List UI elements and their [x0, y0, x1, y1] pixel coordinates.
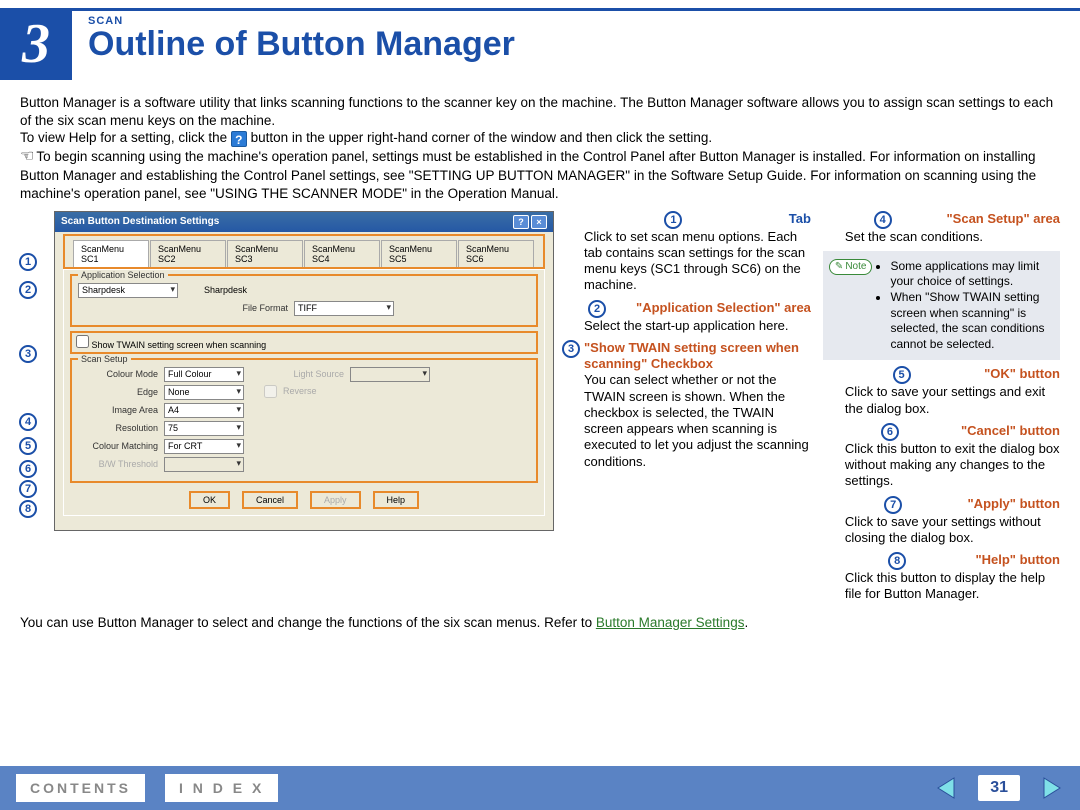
- dialog-body: Application Selection Sharpdesk Sharpdes…: [63, 269, 545, 516]
- cancel-button[interactable]: Cancel: [242, 491, 298, 509]
- intro-text: Button Manager is a software utility tha…: [0, 80, 1080, 207]
- ok-button[interactable]: OK: [189, 491, 230, 509]
- dialog-button-row: OK Cancel Apply Help: [70, 487, 538, 509]
- app-selection-select[interactable]: Sharpdesk: [78, 283, 178, 298]
- header-text: SCAN Outline of Button Manager: [72, 8, 1080, 80]
- reverse-checkbox: [264, 385, 277, 398]
- page-title: Outline of Button Manager: [88, 25, 1080, 64]
- tab-sc1[interactable]: ScanMenu SC1: [73, 240, 149, 267]
- app-side-label: Sharpdesk: [204, 285, 247, 295]
- note-pill: Note: [829, 259, 873, 276]
- prev-page-arrow[interactable]: [934, 776, 958, 800]
- help-button[interactable]: Help: [373, 491, 420, 509]
- page-footer: CONTENTS I N D E X 31: [0, 766, 1080, 810]
- marker-5: 5: [19, 437, 37, 455]
- note-item: Some applications may limit your choice …: [890, 259, 1054, 290]
- callout-7: 7"Apply" button Click to save your setti…: [823, 496, 1060, 547]
- contents-button[interactable]: CONTENTS: [16, 774, 145, 802]
- intro-p2: To view Help for a setting, click the ? …: [20, 129, 1060, 147]
- note-box: Note Some applications may limit your ch…: [823, 251, 1060, 361]
- twain-checkbox-row: Show TWAIN setting screen when scanning: [70, 331, 538, 354]
- tab-sc4[interactable]: ScanMenu SC4: [304, 240, 380, 267]
- twain-checkbox[interactable]: [76, 335, 89, 348]
- dialog-title: Scan Button Destination Settings: [61, 216, 219, 227]
- marker-3: 3: [19, 345, 37, 363]
- help-window-button[interactable]: ?: [513, 215, 529, 229]
- marker-2: 2: [19, 281, 37, 299]
- closing-text: You can use Button Manager to select and…: [0, 609, 1080, 630]
- callout-6: 6"Cancel" button Click this button to ex…: [823, 423, 1060, 490]
- callouts: 1Tab Click to set scan menu options. Eac…: [562, 211, 1060, 609]
- dialog-titlebar: Scan Button Destination Settings ? ×: [55, 212, 553, 232]
- marker-1: 1: [19, 253, 37, 271]
- scan-setup-legend: Scan Setup: [78, 354, 131, 364]
- intro-p3: ☞To begin scanning using the machine's o…: [20, 147, 1060, 203]
- colour-mode-select[interactable]: Full Colour: [164, 367, 244, 382]
- callout-4: 4"Scan Setup" area Set the scan conditio…: [823, 211, 1060, 245]
- twain-checkbox-label: Show TWAIN setting screen when scanning: [92, 340, 267, 350]
- button-manager-settings-link[interactable]: Button Manager Settings: [596, 615, 745, 630]
- apply-button[interactable]: Apply: [310, 491, 361, 509]
- dialog-screenshot: Scan Button Destination Settings ? × Sca…: [54, 211, 554, 531]
- page-number: 31: [978, 775, 1020, 801]
- colour-matching-select[interactable]: For CRT: [164, 439, 244, 454]
- tab-sc6[interactable]: ScanMenu SC6: [458, 240, 534, 267]
- callout-8: 8"Help" button Click this button to disp…: [823, 552, 1060, 603]
- note-item: When "Show TWAIN setting screen when sca…: [890, 290, 1054, 352]
- callout-3: 3"Show TWAIN setting screen when scannin…: [562, 340, 811, 470]
- help-icon: ?: [231, 131, 247, 147]
- intro-p1: Button Manager is a software utility tha…: [20, 94, 1060, 129]
- index-button[interactable]: I N D E X: [165, 774, 278, 802]
- marker-4: 4: [19, 413, 37, 431]
- hand-pointer-icon: ☞: [20, 147, 34, 168]
- marker-6: 6: [19, 460, 37, 478]
- app-selection-fieldset: Application Selection Sharpdesk Sharpdes…: [70, 274, 538, 327]
- edge-select[interactable]: None: [164, 385, 244, 400]
- next-page-arrow[interactable]: [1040, 776, 1064, 800]
- callout-5: 5"OK" button Click to save your settings…: [823, 366, 1060, 417]
- close-window-button[interactable]: ×: [531, 215, 547, 229]
- note-list: Some applications may limit your choice …: [878, 259, 1054, 353]
- window-controls: ? ×: [513, 215, 547, 229]
- tab-sc3[interactable]: ScanMenu SC3: [227, 240, 303, 267]
- file-format-label: File Format: [208, 303, 288, 313]
- marker-7: 7: [19, 480, 37, 498]
- resolution-select[interactable]: 75: [164, 421, 244, 436]
- main-content: 1 2 3 4 5 6 7 8 Scan Button Destination …: [0, 207, 1080, 609]
- app-selection-legend: Application Selection: [78, 270, 168, 280]
- marker-column: 1 2 3 4 5 6 7 8: [10, 211, 46, 609]
- light-source-select: [350, 367, 430, 382]
- callout-1: 1Tab Click to set scan menu options. Eac…: [562, 211, 811, 294]
- marker-8: 8: [19, 500, 37, 518]
- bw-threshold-select: [164, 457, 244, 472]
- chapter-number: 3: [0, 8, 72, 80]
- scan-setup-fieldset: Scan Setup Colour ModeFull Colour EdgeNo…: [70, 358, 538, 483]
- callout-2: 2"Application Selection" area Select the…: [562, 300, 811, 334]
- tabs-row: ScanMenu SC1 ScanMenu SC2 ScanMenu SC3 S…: [63, 234, 545, 269]
- image-area-select[interactable]: A4: [164, 403, 244, 418]
- tab-sc5[interactable]: ScanMenu SC5: [381, 240, 457, 267]
- tab-sc2[interactable]: ScanMenu SC2: [150, 240, 226, 267]
- page-header: 3 SCAN Outline of Button Manager: [0, 0, 1080, 80]
- file-format-select[interactable]: TIFF: [294, 301, 394, 316]
